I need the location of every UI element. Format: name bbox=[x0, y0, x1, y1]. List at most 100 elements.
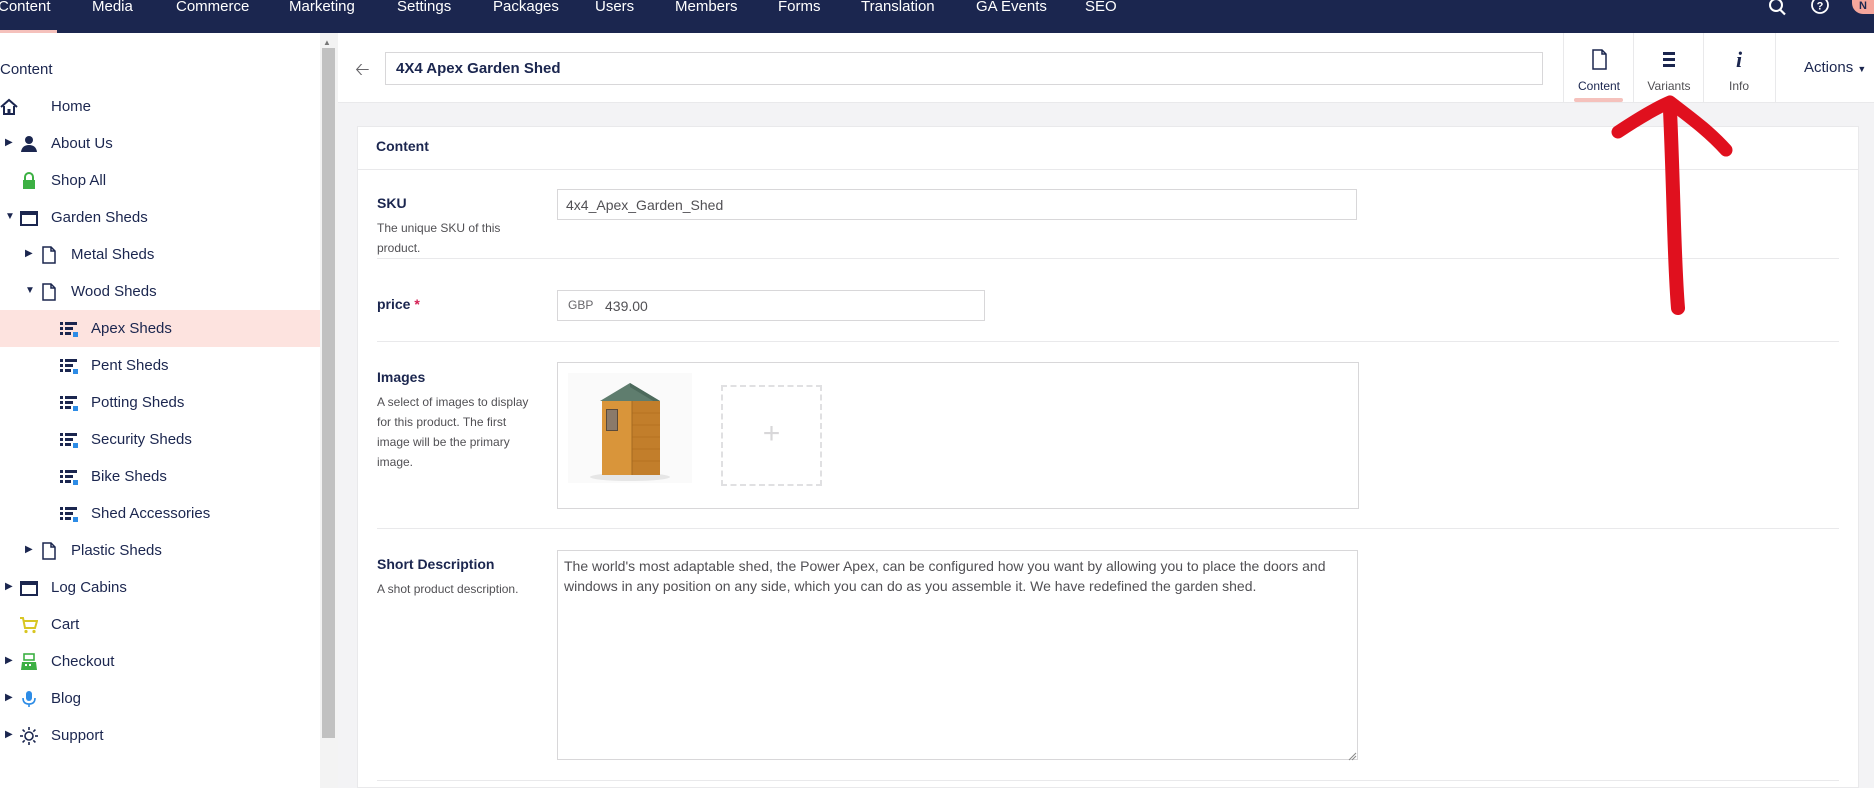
sku-label: SKU bbox=[377, 195, 407, 211]
product-list-icon bbox=[60, 468, 78, 486]
tree-item-label: Cart bbox=[51, 616, 80, 633]
annotation-arrow bbox=[1600, 90, 1740, 320]
nav-ga-events[interactable]: GA Events bbox=[976, 0, 1047, 33]
tree-item-label: Metal Sheds bbox=[71, 246, 155, 263]
document-icon bbox=[40, 246, 58, 264]
tree-item-label: Shed Accessories bbox=[91, 505, 211, 522]
window-icon bbox=[20, 579, 38, 597]
sku-input[interactable]: 4x4_Apex_Garden_Shed bbox=[557, 189, 1357, 220]
tree-scrollbar-thumb[interactable] bbox=[322, 48, 335, 738]
register-icon bbox=[20, 653, 38, 671]
tree-item-garden-sheds[interactable]: ▼ Garden Sheds bbox=[0, 199, 320, 236]
tree-item-label: Support bbox=[51, 727, 104, 744]
info-icon: i bbox=[1704, 47, 1774, 72]
user-icon bbox=[20, 135, 38, 153]
back-arrow-icon[interactable]: 🡠 bbox=[355, 57, 370, 87]
node-name-input[interactable] bbox=[385, 52, 1543, 85]
tree-item-checkout[interactable]: ▶ Checkout bbox=[0, 643, 320, 680]
tree-item-label: Wood Sheds bbox=[71, 283, 157, 300]
images-description: A select of images to display for this p… bbox=[377, 395, 529, 469]
tree-item-bike-sheds[interactable]: Bike Sheds bbox=[0, 458, 320, 495]
tree-item-label: Home bbox=[51, 98, 92, 115]
help-icon[interactable]: ? bbox=[1808, 0, 1832, 16]
product-list-icon bbox=[60, 505, 78, 523]
list-icon bbox=[1634, 48, 1704, 70]
tree-item-plastic-sheds[interactable]: ▶ Plastic Sheds bbox=[0, 532, 320, 569]
tree-item-label: Checkout bbox=[51, 653, 115, 670]
tree-item-pent-sheds[interactable]: Pent Sheds bbox=[0, 347, 320, 384]
nav-marketing[interactable]: Marketing bbox=[289, 0, 355, 33]
product-list-icon bbox=[60, 431, 78, 449]
tree-item-potting-sheds[interactable]: Potting Sheds bbox=[0, 384, 320, 421]
nav-packages[interactable]: Packages bbox=[493, 0, 559, 33]
top-navigation: Content Media Commerce Marketing Setting… bbox=[0, 0, 1874, 33]
caret-down-icon: ▼ bbox=[1857, 64, 1867, 74]
tree-item-support[interactable]: ▶ Support bbox=[0, 717, 320, 754]
caret-right-icon[interactable]: ▶ bbox=[5, 581, 13, 592]
tree-item-label: Log Cabins bbox=[51, 579, 127, 596]
tree-item-home[interactable]: Home bbox=[0, 88, 320, 125]
document-icon bbox=[40, 283, 58, 301]
caret-right-icon[interactable]: ▶ bbox=[5, 655, 13, 666]
nav-settings[interactable]: Settings bbox=[397, 0, 451, 33]
nav-translation[interactable]: Translation bbox=[861, 0, 935, 33]
nav-commerce[interactable]: Commerce bbox=[176, 0, 249, 33]
actions-label: Actions ▼ bbox=[1804, 59, 1867, 76]
nav-content[interactable]: Content bbox=[0, 0, 57, 33]
caret-down-icon[interactable]: ▼ bbox=[5, 211, 15, 222]
tree-item-label: Bike Sheds bbox=[91, 468, 167, 485]
nav-forms[interactable]: Forms bbox=[778, 0, 821, 33]
tree-item-label: Shop All bbox=[51, 172, 107, 189]
document-icon bbox=[1564, 48, 1634, 70]
tree-item-log-cabins[interactable]: ▶ Log Cabins bbox=[0, 569, 320, 606]
window-icon bbox=[20, 209, 38, 227]
tree-item-label: Blog bbox=[51, 690, 82, 707]
product-list-icon bbox=[60, 320, 78, 338]
caret-right-icon[interactable]: ▶ bbox=[25, 248, 33, 259]
panel-title: Content bbox=[376, 138, 429, 154]
add-image-button[interactable]: + bbox=[721, 385, 822, 486]
nav-members[interactable]: Members bbox=[675, 0, 738, 33]
tree-item-apex-sheds[interactable]: Apex Sheds bbox=[0, 310, 320, 347]
shed-thumbnail[interactable] bbox=[568, 373, 692, 483]
content-tree: Content Home ▶ About Us Shop All ▼ Garde… bbox=[0, 33, 320, 788]
images-label: Images bbox=[377, 369, 426, 385]
caret-right-icon[interactable]: ▶ bbox=[5, 729, 13, 740]
divider bbox=[377, 780, 1839, 781]
price-input[interactable]: 439.00 bbox=[557, 290, 985, 321]
nav-media[interactable]: Media bbox=[92, 0, 133, 33]
tree-item-shed-accessories[interactable]: Shed Accessories bbox=[0, 495, 320, 532]
resize-grip-icon[interactable] bbox=[1347, 748, 1357, 761]
tree-item-shop-all[interactable]: Shop All bbox=[0, 162, 320, 199]
caret-right-icon[interactable]: ▶ bbox=[5, 692, 13, 703]
microphone-icon bbox=[20, 690, 38, 708]
tree-item-about-us[interactable]: ▶ About Us bbox=[0, 125, 320, 162]
tree-item-metal-sheds[interactable]: ▶ Metal Sheds bbox=[0, 236, 320, 273]
search-icon[interactable] bbox=[1765, 0, 1789, 16]
scroll-up-icon[interactable]: ▲ bbox=[323, 38, 331, 47]
tree-item-cart[interactable]: Cart bbox=[0, 606, 320, 643]
tree-item-label: Garden Sheds bbox=[51, 209, 148, 226]
divider bbox=[377, 528, 1839, 529]
avatar[interactable]: N bbox=[1852, 0, 1874, 14]
home-icon bbox=[0, 98, 18, 116]
cart-icon bbox=[20, 616, 39, 634]
lock-icon bbox=[20, 172, 38, 190]
tree-item-blog[interactable]: ▶ Blog bbox=[0, 680, 320, 717]
svg-text:?: ? bbox=[1817, 1, 1824, 13]
tree-item-label: Pent Sheds bbox=[91, 357, 169, 374]
caret-right-icon[interactable]: ▶ bbox=[5, 137, 13, 148]
caret-right-icon[interactable]: ▶ bbox=[25, 544, 33, 555]
nav-users[interactable]: Users bbox=[595, 0, 634, 33]
short-description-textarea[interactable]: The world's most adaptable shed, the Pow… bbox=[557, 550, 1358, 760]
price-label: price * bbox=[377, 296, 420, 312]
tree-item-label: About Us bbox=[51, 135, 113, 152]
tree-item-wood-sheds[interactable]: ▼ Wood Sheds bbox=[0, 273, 320, 310]
nav-seo[interactable]: SEO bbox=[1085, 0, 1117, 33]
tree-title: Content bbox=[0, 61, 53, 78]
actions-dropdown[interactable]: Actions ▼ bbox=[1775, 33, 1874, 103]
sku-description: The unique SKU of this product. bbox=[377, 221, 501, 255]
tree-item-security-sheds[interactable]: Security Sheds bbox=[0, 421, 320, 458]
caret-down-icon[interactable]: ▼ bbox=[25, 285, 35, 296]
plus-icon: + bbox=[762, 417, 781, 450]
